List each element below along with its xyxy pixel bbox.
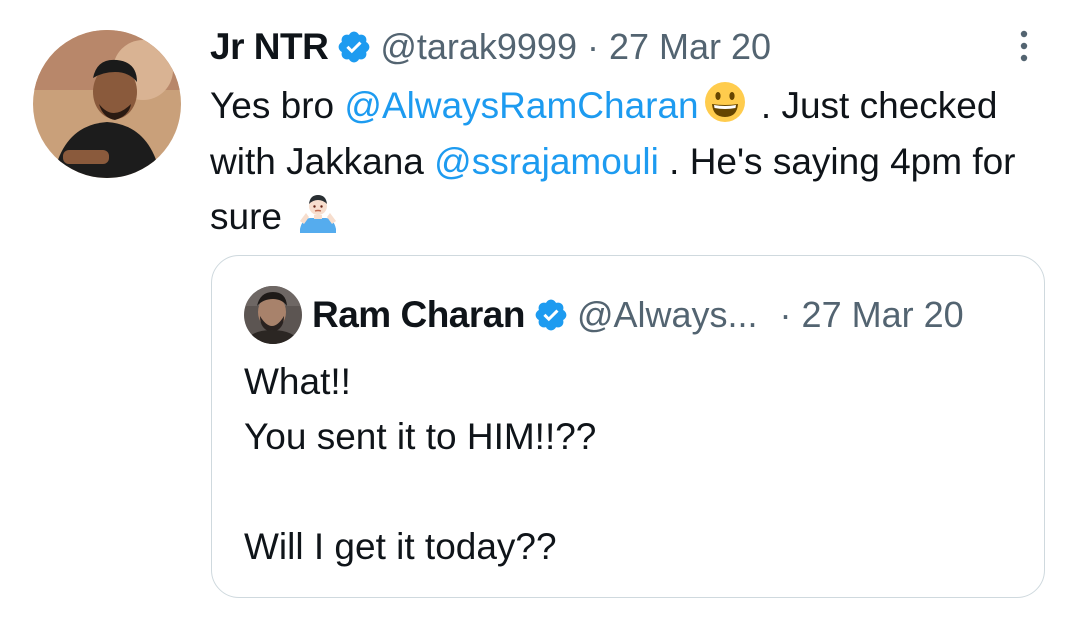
quoted-author-handle[interactable]: @Always... — [577, 294, 758, 336]
quoted-tweet-header: Ram Charan @Always... · 27 Mar 20 — [312, 292, 964, 338]
mention-link[interactable]: @AlwaysRamCharan — [344, 85, 698, 126]
grinning-face-emoji-icon — [703, 80, 747, 124]
tweet-date[interactable]: 27 Mar 20 — [609, 26, 771, 68]
more-vertical-icon[interactable] — [1016, 28, 1032, 64]
author-avatar[interactable] — [33, 30, 181, 178]
author-display-name[interactable]: Jr NTR — [210, 26, 329, 68]
tweet-text: Yes bro @AlwaysRamCharan . Just checked … — [210, 78, 1040, 245]
mention-link[interactable]: @ssrajamouli — [434, 141, 659, 182]
header-separator: · — [586, 26, 599, 67]
tweet: Jr NTR @tarak9999 · 27 Mar 20 Yes bro @A… — [0, 0, 1080, 618]
person-shrugging-emoji-icon — [296, 191, 340, 235]
author-handle[interactable]: @tarak9999 — [380, 26, 577, 68]
quoted-text-line — [244, 464, 1024, 519]
tweet-text-part: Yes bro — [210, 85, 345, 126]
quoted-text-line: You sent it to HIM!!?? — [244, 416, 597, 457]
quoted-tweet-text: What!! You sent it to HIM!!?? Will I get… — [244, 354, 1024, 574]
verified-badge-icon — [533, 297, 569, 333]
quoted-text-line: What!! — [244, 361, 351, 402]
quoted-tweet[interactable]: Ram Charan @Always... · 27 Mar 20 What!!… — [211, 255, 1045, 598]
quoted-tweet-date[interactable]: 27 Mar 20 — [802, 294, 964, 336]
quoted-author-display-name[interactable]: Ram Charan — [312, 294, 525, 336]
tweet-header: Jr NTR @tarak9999 · 27 Mar 20 — [210, 24, 771, 70]
quoted-header-separator: · — [779, 294, 792, 335]
verified-badge-icon — [336, 29, 372, 65]
quoted-text-line: Will I get it today?? — [244, 526, 557, 567]
quoted-author-avatar[interactable] — [244, 286, 302, 344]
